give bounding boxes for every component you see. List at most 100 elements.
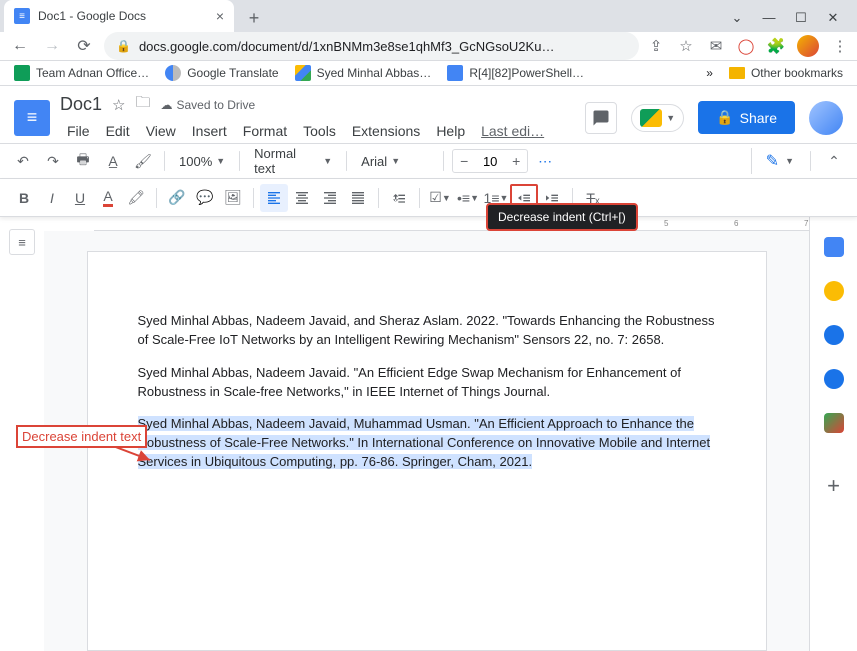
more-toolbar-button[interactable]: ⋯ xyxy=(532,148,558,174)
browser-avatar[interactable] xyxy=(797,35,819,57)
forward-button[interactable]: → xyxy=(40,34,64,58)
ruler[interactable]: 4 5 6 7 xyxy=(94,217,809,231)
last-edit-link[interactable]: Last edi… xyxy=(474,119,551,143)
menu-view[interactable]: View xyxy=(139,119,183,143)
keep-icon[interactable] xyxy=(824,281,844,301)
other-bookmarks-label: Other bookmarks xyxy=(751,66,843,80)
bulleted-list-button[interactable]: •≡▼ xyxy=(454,184,482,212)
bookmarks-bar: Team Adnan Office… Google Translate Syed… xyxy=(0,61,857,86)
comment-button[interactable]: 💬 xyxy=(191,184,219,212)
highlight-button[interactable]: 🖍 xyxy=(122,184,150,212)
chevron-down-icon[interactable]: ▼ xyxy=(785,156,794,166)
maps-icon[interactable] xyxy=(824,413,844,433)
calendar-icon[interactable] xyxy=(824,237,844,257)
menu-extensions[interactable]: Extensions xyxy=(345,119,427,143)
minimize-button[interactable]: — xyxy=(761,10,777,26)
bookmarks-overflow[interactable]: » xyxy=(706,66,713,80)
paragraph[interactable]: Syed Minhal Abbas, Nadeem Javaid. "An Ef… xyxy=(138,364,716,402)
separator xyxy=(346,151,347,171)
paragraph[interactable]: Syed Minhal Abbas, Nadeem Javaid, and Sh… xyxy=(138,312,716,350)
separator xyxy=(419,188,420,208)
tasks-icon[interactable] xyxy=(824,325,844,345)
bookmark-team[interactable]: Team Adnan Office… xyxy=(8,61,155,85)
close-tab-icon[interactable]: × xyxy=(216,8,224,24)
reload-button[interactable]: ⟳ xyxy=(72,34,96,58)
link-button[interactable]: 🔗 xyxy=(163,184,191,212)
paint-format-button[interactable]: 🖌 xyxy=(130,148,156,174)
chevron-down-icon: ▼ xyxy=(391,156,400,166)
comments-button[interactable] xyxy=(585,102,617,134)
edit-mode-icon[interactable]: ✎ xyxy=(766,151,779,171)
other-bookmarks[interactable]: Other bookmarks xyxy=(723,62,849,84)
menu-help[interactable]: Help xyxy=(429,119,472,143)
print-button[interactable]: 🖶 xyxy=(70,148,96,174)
text-color-button[interactable]: A xyxy=(94,184,122,212)
maximize-button[interactable]: ☐ xyxy=(793,10,809,26)
docs-logo[interactable] xyxy=(14,100,50,136)
italic-button[interactable]: I xyxy=(38,184,66,212)
contacts-icon[interactable] xyxy=(824,369,844,389)
paragraph-selected[interactable]: Syed Minhal Abbas, Nadeem Javaid, Muhamm… xyxy=(138,415,716,472)
comment-icon xyxy=(592,109,610,127)
redo-button[interactable]: ↷ xyxy=(40,148,66,174)
selected-text: Syed Minhal Abbas, Nadeem Javaid, Muhamm… xyxy=(138,416,711,469)
ruler-tick: 5 xyxy=(664,219,668,228)
undo-button[interactable]: ↶ xyxy=(10,148,36,174)
account-avatar[interactable] xyxy=(809,101,843,135)
share-page-icon[interactable]: ⇪ xyxy=(647,37,665,55)
image-button[interactable]: 🖼 xyxy=(219,184,247,212)
zoom-dropdown[interactable]: 100% ▼ xyxy=(173,148,231,174)
menu-edit[interactable]: Edit xyxy=(99,119,137,143)
zoom-value: 100% xyxy=(179,154,212,169)
star-icon[interactable]: ☆ xyxy=(677,37,695,55)
menu-format[interactable]: Format xyxy=(236,119,294,143)
back-button[interactable]: ← xyxy=(8,34,32,58)
bookmark-translate[interactable]: Google Translate xyxy=(159,61,284,85)
decrease-font-button[interactable]: − xyxy=(453,153,475,169)
font-size-input[interactable] xyxy=(475,154,505,169)
close-window-button[interactable]: ✕ xyxy=(825,10,841,26)
window-dropdown-icon[interactable]: ⌄ xyxy=(729,10,745,26)
address-bar: ← → ⟳ 🔒 docs.google.com/document/d/1xnBN… xyxy=(0,32,857,61)
checklist-button[interactable]: ☑▼ xyxy=(426,184,454,212)
doc-title[interactable]: Doc1 xyxy=(60,94,102,115)
bold-button[interactable]: B xyxy=(10,184,38,212)
bookmark-syed[interactable]: Syed Minhal Abbas… xyxy=(289,61,438,85)
separator xyxy=(378,188,379,208)
url-field[interactable]: 🔒 docs.google.com/document/d/1xnBNMm3e8s… xyxy=(104,32,639,60)
menu-insert[interactable]: Insert xyxy=(185,119,234,143)
hide-menus-button[interactable]: ⌃ xyxy=(821,148,847,174)
browser-tab[interactable]: ≡ Doc1 - Google Docs × xyxy=(4,0,234,32)
star-doc-icon[interactable]: ☆ xyxy=(112,96,125,114)
outline-toggle-button[interactable]: ≡ xyxy=(9,229,35,255)
decrease-indent-tooltip: Decrease indent (Ctrl+[) xyxy=(486,203,638,231)
align-justify-button[interactable] xyxy=(344,184,372,212)
mail-icon[interactable]: ✉ xyxy=(707,37,725,55)
bookmark-powershell[interactable]: R[4][82]PowerShell… xyxy=(441,61,590,85)
increase-font-button[interactable]: + xyxy=(505,153,527,169)
spellcheck-button[interactable]: A̲ xyxy=(100,148,126,174)
extensions-icon[interactable]: 🧩 xyxy=(767,37,785,55)
saved-status[interactable]: ☁ Saved to Drive xyxy=(161,98,256,112)
new-tab-button[interactable]: + xyxy=(240,4,268,32)
add-addon-button[interactable]: + xyxy=(827,473,840,499)
align-right-button[interactable] xyxy=(316,184,344,212)
style-dropdown[interactable]: Normal text ▼ xyxy=(248,148,338,174)
cloud-icon: ☁ xyxy=(161,98,173,112)
browser-menu-icon[interactable]: ⋮ xyxy=(831,37,849,55)
menu-tools[interactable]: Tools xyxy=(296,119,343,143)
menu-file[interactable]: File xyxy=(60,119,97,143)
align-center-button[interactable] xyxy=(288,184,316,212)
font-size-stepper: − + xyxy=(452,149,528,173)
underline-button[interactable]: U xyxy=(66,184,94,212)
share-button[interactable]: 🔒 Share xyxy=(698,101,795,134)
opera-ext-icon[interactable]: ◯ xyxy=(737,37,755,55)
align-left-button[interactable] xyxy=(260,184,288,212)
document-page[interactable]: Syed Minhal Abbas, Nadeem Javaid, and Sh… xyxy=(87,251,767,651)
font-dropdown[interactable]: Arial ▼ xyxy=(355,148,435,174)
meet-button[interactable]: ▼ xyxy=(631,104,684,132)
move-doc-icon[interactable]: 🗀 xyxy=(135,92,150,117)
separator xyxy=(810,151,811,171)
line-spacing-button[interactable] xyxy=(385,184,413,212)
bookmark-label: Team Adnan Office… xyxy=(36,66,149,80)
